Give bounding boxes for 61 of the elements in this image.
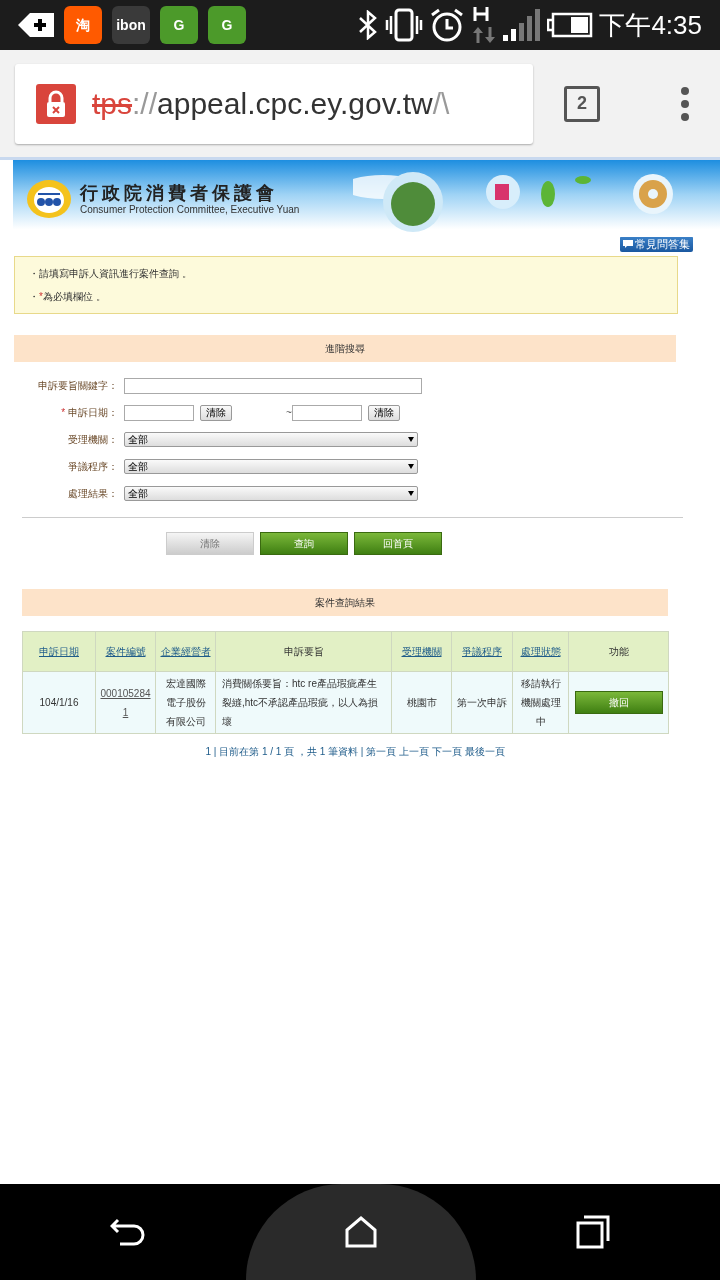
date-input[interactable] xyxy=(124,404,194,421)
menu-icon[interactable] xyxy=(680,85,690,122)
field-label: 申訴要旨關鍵字： xyxy=(38,380,118,391)
address-bar[interactable]: tps://appeal.cpc.ey.gov.tw/\ xyxy=(15,63,533,144)
app-icon-label: 淘 xyxy=(76,15,90,35)
notice-text: ・請填寫申訴人資訊進行案件查詢 。 xyxy=(29,267,193,281)
signal-icon xyxy=(503,9,542,41)
notice-text: ・*為必填欄位 。 xyxy=(29,290,107,304)
app-icon-label: G xyxy=(221,15,233,35)
logo-icon xyxy=(26,178,72,219)
notification-add-icon xyxy=(18,13,54,37)
clear-button[interactable]: 清除 xyxy=(200,404,232,421)
app-icon-label: ibon xyxy=(116,15,146,35)
caret-icon xyxy=(408,464,414,469)
field-label: 受理機關： xyxy=(68,434,118,445)
dropdown[interactable]: 全部 xyxy=(124,486,418,501)
column-sort-link[interactable]: 申訴日期 xyxy=(39,646,79,657)
vibrate-icon xyxy=(385,8,424,42)
range-separator: ~ xyxy=(286,406,292,420)
keyword-input[interactable] xyxy=(124,377,422,394)
clear-button[interactable]: 清除 xyxy=(367,404,400,421)
clock-time: 下午4:35 xyxy=(599,8,702,42)
recent-apps-icon[interactable] xyxy=(576,1215,610,1249)
reset-button[interactable]: 清除 xyxy=(166,532,254,555)
column-sort-link[interactable]: 處理狀態 xyxy=(520,646,561,657)
data-transfer-icon xyxy=(471,5,498,45)
column-header: 功能 xyxy=(608,646,629,657)
chat-bubble-icon xyxy=(623,240,633,248)
action-button[interactable]: 查詢 xyxy=(260,532,348,555)
battery-icon xyxy=(547,12,594,38)
tab-count-button[interactable]: 2 xyxy=(564,85,600,122)
date-input[interactable] xyxy=(291,404,362,421)
table-cell: 桃園市 xyxy=(406,697,437,708)
dropdown[interactable]: 全部 xyxy=(124,432,418,447)
action-button[interactable]: 回首頁 xyxy=(354,532,442,555)
site-subtitle: Consumer Protection Committee, Executive Yuan xyxy=(80,203,300,216)
table-cell: 104/1/16 xyxy=(39,697,79,708)
url-text: tps://appeal.cpc.ey.gov.tw/\ xyxy=(92,86,450,122)
field-label: 處理結果： xyxy=(68,488,118,499)
caret-icon xyxy=(408,437,414,442)
dropdown[interactable]: 全部 xyxy=(124,459,418,474)
section-header: 案件查詢結果 xyxy=(22,589,668,616)
field-label: 爭議程序： xyxy=(68,461,118,472)
column-sort-link[interactable]: 案件編號 xyxy=(105,646,146,657)
table-cell: 宏達國際電子股份有限公司 xyxy=(165,678,206,727)
home-icon xyxy=(344,1216,378,1248)
table-cell: 第一次申訴 xyxy=(457,697,507,708)
insecure-lock-icon xyxy=(36,83,76,124)
withdraw-button[interactable]: 撤回 xyxy=(575,691,663,714)
field-label: * 申訴日期： xyxy=(61,407,118,418)
section-header: 進階搜尋 xyxy=(14,335,676,362)
column-header: 申訴要旨 xyxy=(283,646,324,657)
pagination-text: 1 | 目前在第 1 / 1 頁 ，共 1 筆資料 | 第一頁 上一頁 下一頁 最後一頁 xyxy=(205,745,505,759)
site-title: 行政院消費者保護會 xyxy=(80,181,279,204)
back-icon[interactable] xyxy=(110,1216,146,1248)
caret-icon xyxy=(408,491,414,496)
column-sort-link[interactable]: 受理機關 xyxy=(401,646,442,657)
table-cell: 消費關係要旨：htc re產品瑕疵產生裂縫,htc不承認產品瑕疵，以人為損壞 xyxy=(222,678,379,727)
table-cell: 移請執行機關處理中 xyxy=(520,678,561,727)
app-icon-label: G xyxy=(173,15,185,35)
column-sort-link[interactable]: 爭議程序 xyxy=(462,646,502,657)
